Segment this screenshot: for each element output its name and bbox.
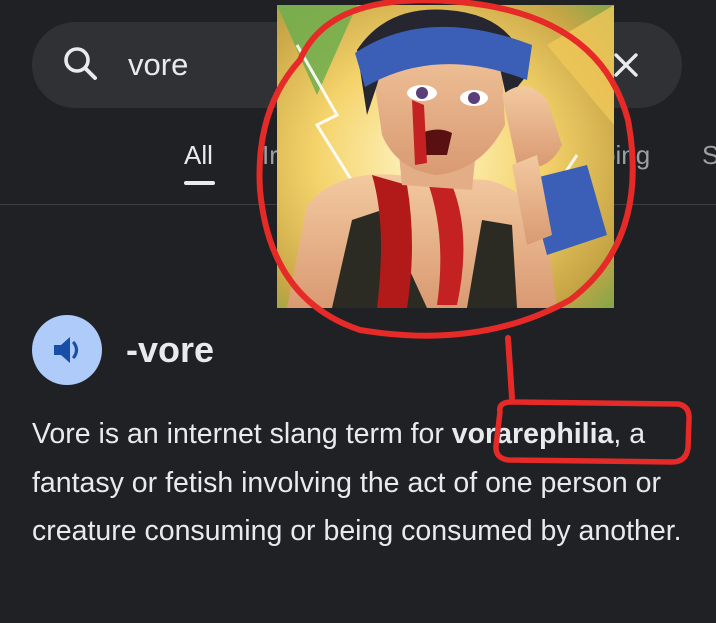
tab-all[interactable]: All bbox=[184, 140, 213, 171]
definition-text: Vore is an internet slang term for vorar… bbox=[32, 410, 692, 556]
pronunciation-button[interactable] bbox=[32, 315, 102, 385]
definition-highlight: vorarephilia bbox=[451, 418, 614, 450]
anime-character-image bbox=[277, 5, 614, 308]
search-icon[interactable] bbox=[60, 44, 100, 84]
tab-images[interactable]: Ir bbox=[262, 140, 278, 171]
speaker-icon bbox=[54, 337, 79, 363]
search-input[interactable]: vore bbox=[128, 46, 188, 84]
definition-part: Vore is an internet slang term for bbox=[32, 418, 452, 450]
close-icon[interactable] bbox=[610, 49, 642, 81]
tab-more[interactable]: S bbox=[702, 140, 716, 171]
dictionary-term: -vore bbox=[126, 329, 215, 370]
active-tab-indicator bbox=[184, 181, 215, 185]
